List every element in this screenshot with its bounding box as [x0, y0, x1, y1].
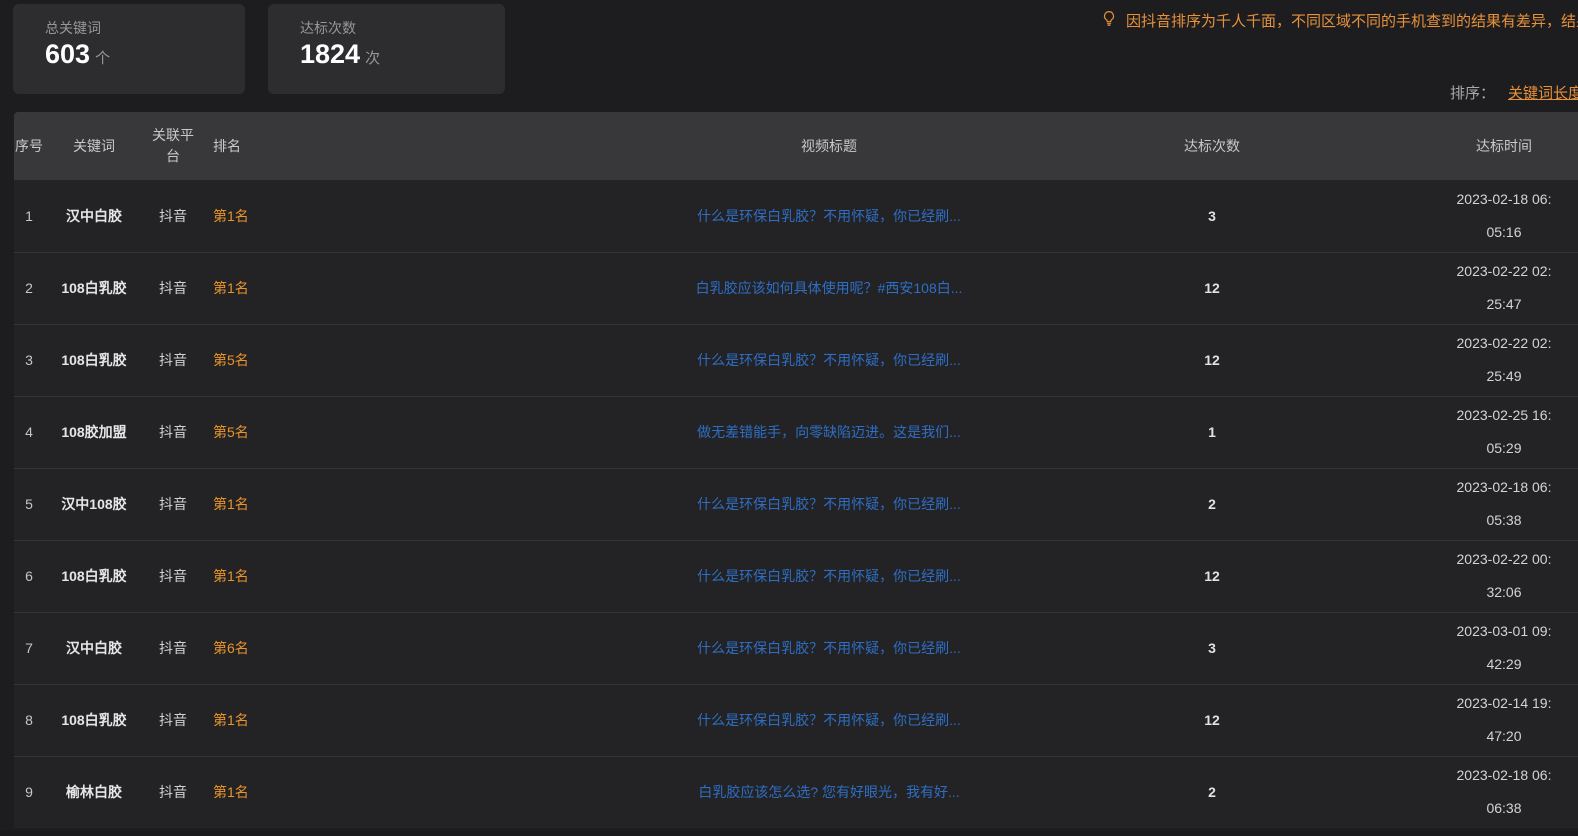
keyword-cell: 108白乳胶 [44, 324, 144, 396]
count-cell: 12 [1022, 324, 1402, 396]
time-cell: 2023-02-14 19:47:20 [1452, 687, 1556, 753]
rank-cell: 第1名 [202, 684, 636, 756]
col-header-video-title: 视频标题 [636, 112, 1022, 180]
row-index: 5 [14, 468, 44, 540]
time-cell: 2023-02-22 00:32:06 [1452, 543, 1556, 609]
col-header-platform: 关联平台 [144, 112, 202, 180]
count-cell: 3 [1022, 612, 1402, 684]
col-header-reach-count: 达标次数 [1022, 112, 1402, 180]
rank-cell: 第1名 [202, 756, 636, 828]
rank-cell: 第1名 [202, 540, 636, 612]
keyword-cell: 108白乳胶 [44, 684, 144, 756]
video-title-link[interactable]: 什么是环保白乳胶？不用怀疑，你已经刷... [697, 352, 961, 368]
sort-label: 排序： [1450, 85, 1495, 102]
keyword-cell: 汉中白胶 [44, 612, 144, 684]
table-row: 4 108胶加盟 抖音 第5名 做无差错能手，向零缺陷迈进。这是我们... 1 … [14, 396, 1578, 468]
video-title-link[interactable]: 什么是环保白乳胶？不用怀疑，你已经刷... [697, 712, 961, 728]
rank-cell: 第5名 [202, 396, 636, 468]
video-title-link[interactable]: 什么是环保白乳胶？不用怀疑，你已经刷... [697, 568, 961, 584]
rank-cell: 第6名 [202, 612, 636, 684]
bulb-icon [1100, 9, 1118, 31]
count-cell: 3 [1022, 180, 1402, 252]
platform-cell: 抖音 [144, 180, 202, 252]
platform-cell: 抖音 [144, 612, 202, 684]
notice-text: 因抖音排序为千人千面，不同区域不同的手机查到的结果有差异，结果以 [1126, 10, 1578, 31]
total-keywords-value: 603个 [45, 38, 245, 75]
platform-cell: 抖音 [144, 756, 202, 828]
reach-count-unit: 次 [365, 50, 380, 67]
platform-cell: 抖音 [144, 468, 202, 540]
count-cell: 1 [1022, 396, 1402, 468]
keyword-cell: 108胶加盟 [44, 396, 144, 468]
video-title-link[interactable]: 什么是环保白乳胶？不用怀疑，你已经刷... [697, 208, 961, 224]
video-title-link[interactable]: 做无差错能手，向零缺陷迈进。这是我们... [697, 424, 961, 440]
col-header-reach-time: 达标时间 [1402, 112, 1578, 180]
reach-count-value: 1824次 [300, 38, 505, 75]
keyword-cell: 108白乳胶 [44, 540, 144, 612]
count-cell: 12 [1022, 540, 1402, 612]
keyword-cell: 汉中白胶 [44, 180, 144, 252]
row-index: 1 [14, 180, 44, 252]
notice-banner: 因抖音排序为千人千面，不同区域不同的手机查到的结果有差异，结果以 [1100, 9, 1578, 31]
time-cell: 2023-02-22 02:25:47 [1452, 255, 1556, 321]
reach-count-label: 达标次数 [300, 19, 505, 37]
col-header-keyword: 关键词 [44, 112, 144, 180]
table-row: 6 108白乳胶 抖音 第1名 什么是环保白乳胶？不用怀疑，你已经刷... 12… [14, 540, 1578, 612]
video-title-link[interactable]: 白乳胶应该如何具体使用呢？#西安108白... [696, 280, 963, 296]
platform-cell: 抖音 [144, 396, 202, 468]
table-row: 9 榆林白胶 抖音 第1名 白乳胶应该怎么选? 您有好眼光，我有好... 2 2… [14, 756, 1578, 828]
rank-cell: 第1名 [202, 468, 636, 540]
row-index: 2 [14, 252, 44, 324]
row-index: 4 [14, 396, 44, 468]
platform-cell: 抖音 [144, 252, 202, 324]
row-index: 6 [14, 540, 44, 612]
platform-cell: 抖音 [144, 540, 202, 612]
total-keywords-card: 总关键词 603个 [13, 4, 245, 94]
platform-cell: 抖音 [144, 324, 202, 396]
time-cell: 2023-02-18 06:05:38 [1452, 471, 1556, 537]
video-title-link[interactable]: 白乳胶应该怎么选? 您有好眼光，我有好... [698, 784, 959, 800]
row-index: 7 [14, 612, 44, 684]
total-keywords-label: 总关键词 [45, 19, 245, 37]
row-index: 3 [14, 324, 44, 396]
video-title-link[interactable]: 什么是环保白乳胶？不用怀疑，你已经刷... [697, 640, 961, 656]
count-cell: 12 [1022, 684, 1402, 756]
platform-cell: 抖音 [144, 684, 202, 756]
keyword-cell: 汉中108胶 [44, 468, 144, 540]
total-keywords-unit: 个 [95, 50, 110, 67]
row-index: 8 [14, 684, 44, 756]
time-cell: 2023-02-22 02:25:49 [1452, 327, 1556, 393]
count-cell: 2 [1022, 468, 1402, 540]
count-cell: 12 [1022, 252, 1402, 324]
table-row: 1 汉中白胶 抖音 第1名 什么是环保白乳胶？不用怀疑，你已经刷... 3 20… [14, 180, 1578, 252]
keyword-rank-table: 序号 关键词 关联平台 排名 视频标题 达标次数 达标时间 1 汉中白胶 抖音 … [14, 112, 1578, 828]
col-header-index: 序号 [14, 112, 44, 180]
sort-bar: 排序： 关键词长度 [1450, 82, 1578, 103]
col-header-rank: 排名 [202, 112, 636, 180]
rank-cell: 第5名 [202, 324, 636, 396]
time-cell: 2023-02-18 06:06:38 [1452, 759, 1556, 825]
row-index: 9 [14, 756, 44, 828]
sort-keyword-length-link[interactable]: 关键词长度 [1508, 85, 1578, 102]
video-title-link[interactable]: 什么是环保白乳胶？不用怀疑，你已经刷... [697, 496, 961, 512]
rank-cell: 第1名 [202, 252, 636, 324]
table-row: 5 汉中108胶 抖音 第1名 什么是环保白乳胶？不用怀疑，你已经刷... 2 … [14, 468, 1578, 540]
rank-cell: 第1名 [202, 180, 636, 252]
reach-count-card: 达标次数 1824次 [268, 4, 505, 94]
table-row: 2 108白乳胶 抖音 第1名 白乳胶应该如何具体使用呢？#西安108白... … [14, 252, 1578, 324]
bottom-edge [0, 831, 1578, 836]
time-cell: 2023-03-01 09:42:29 [1452, 615, 1556, 681]
table-row: 7 汉中白胶 抖音 第6名 什么是环保白乳胶？不用怀疑，你已经刷... 3 20… [14, 612, 1578, 684]
table-header-row: 序号 关键词 关联平台 排名 视频标题 达标次数 达标时间 [14, 112, 1578, 180]
table-row: 8 108白乳胶 抖音 第1名 什么是环保白乳胶？不用怀疑，你已经刷... 12… [14, 684, 1578, 756]
time-cell: 2023-02-18 06:05:16 [1452, 183, 1556, 249]
keyword-cell: 榆林白胶 [44, 756, 144, 828]
time-cell: 2023-02-25 16:05:29 [1452, 399, 1556, 465]
count-cell: 2 [1022, 756, 1402, 828]
keyword-cell: 108白乳胶 [44, 252, 144, 324]
table-row: 3 108白乳胶 抖音 第5名 什么是环保白乳胶？不用怀疑，你已经刷... 12… [14, 324, 1578, 396]
